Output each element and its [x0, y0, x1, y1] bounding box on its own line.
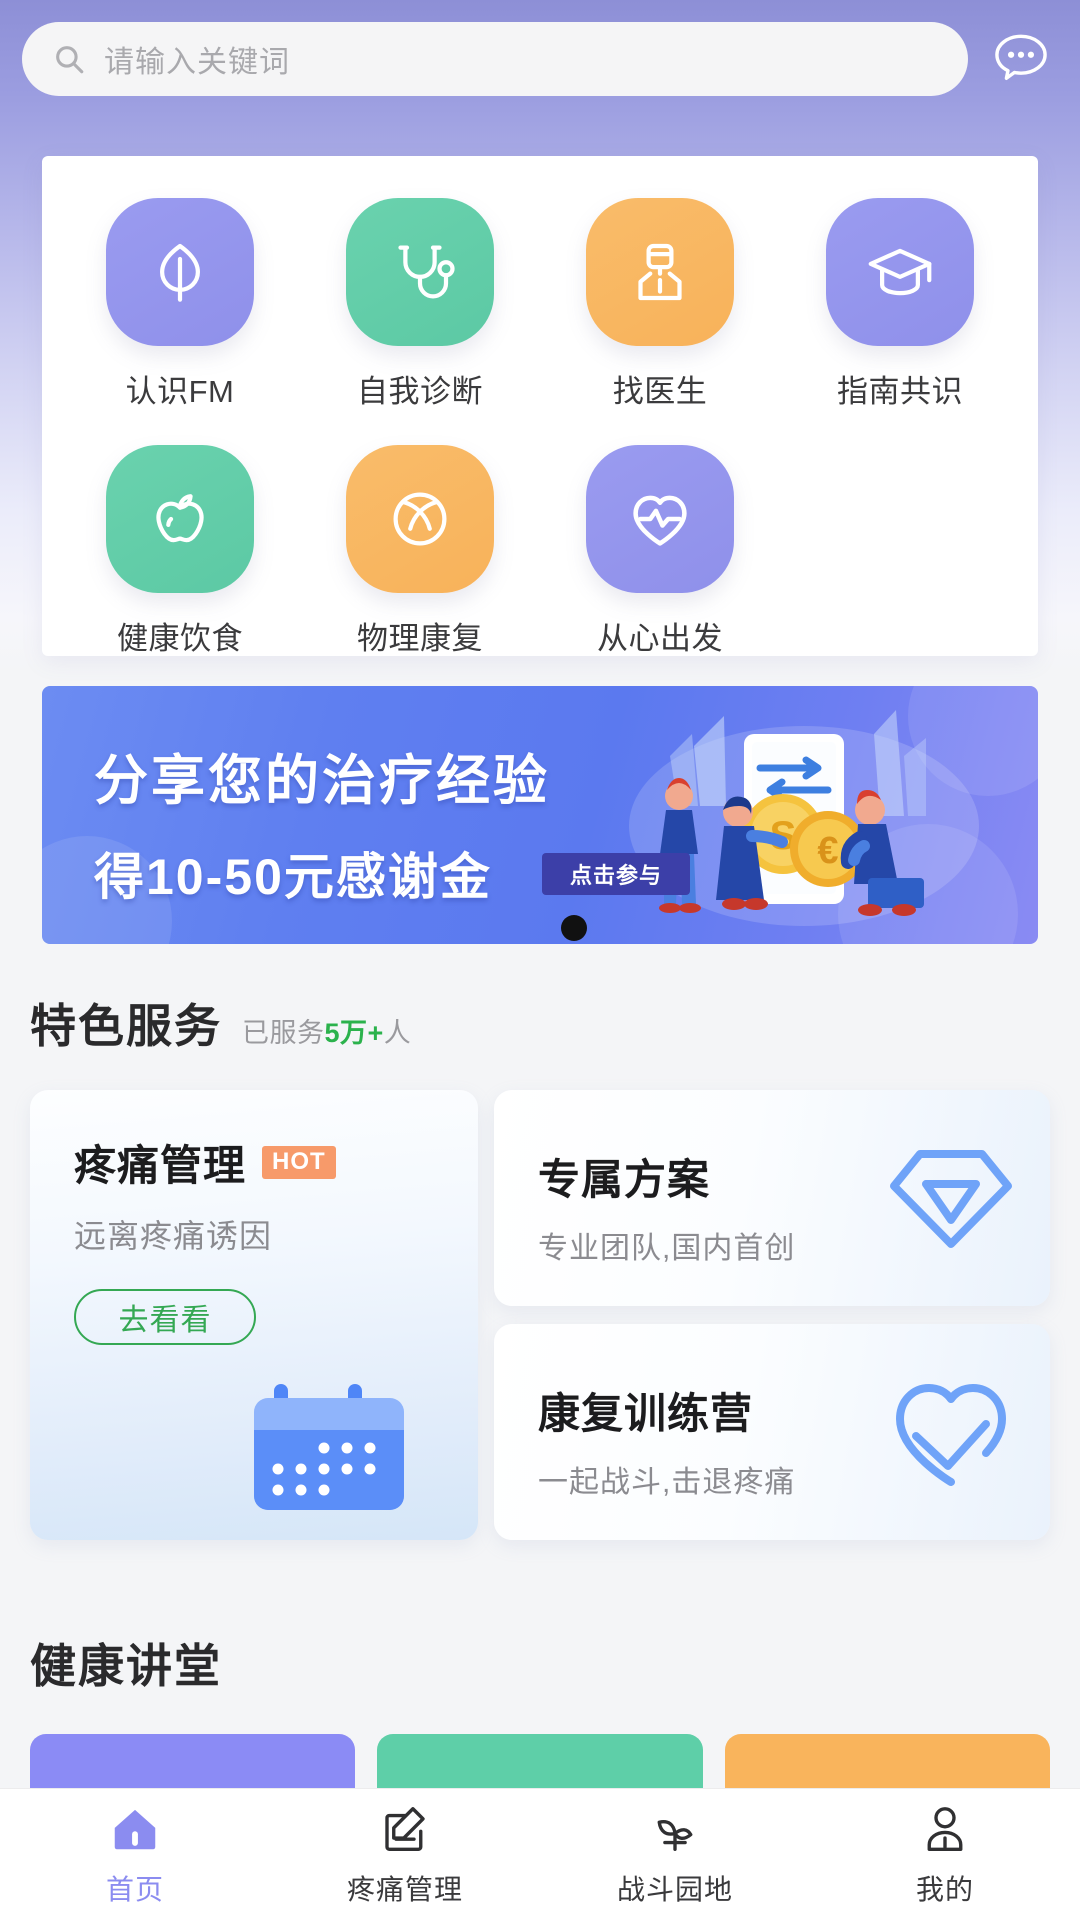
featured-section-subtitle: 已服务5万+人 [242, 1018, 412, 1048]
chat-bubble-dots-icon[interactable] [984, 22, 1058, 96]
feature-card-rehab-camp[interactable]: 康复训练营 一起战斗,击退疼痛 [494, 1324, 1050, 1540]
promo-banner[interactable]: S € 分享您的治疗经验 得10-50元感谢金 点击参与 [42, 686, 1038, 944]
quick-grid-row-2: 健康饮食 物理康复 从心出发 [60, 445, 1020, 658]
tab-label: 疼痛管理 [346, 1873, 463, 1905]
quick-item-label: 找医生 [612, 374, 708, 409]
banner-cta-button[interactable]: 点击参与 [542, 853, 690, 895]
tab-profile[interactable]: 我的 [810, 1802, 1080, 1908]
hot-badge: HOT [262, 1146, 336, 1179]
stethoscope-icon [346, 198, 494, 346]
quick-item-from-the-heart[interactable]: 从心出发 [540, 445, 780, 658]
quick-grid-row-1: 认识FM 自我诊断 找医生 指南共识 [60, 198, 1020, 411]
featured-section-title: 特色服务 [30, 1000, 222, 1052]
quick-item-label: 指南共识 [837, 374, 963, 409]
featured-section-header: 特色服务 已服务5万+人 [30, 990, 411, 1056]
leaf-icon [106, 198, 254, 346]
tab-battle-garden[interactable]: 战斗园地 [540, 1802, 810, 1908]
header-bar: 请输入关键词 [0, 0, 1080, 118]
quick-item-physical-rehab[interactable]: 物理康复 [300, 445, 540, 658]
heart-pulse-icon [586, 445, 734, 593]
tab-pain-management[interactable]: 疼痛管理 [270, 1802, 540, 1908]
heart-check-icon [886, 1374, 1016, 1492]
quick-access-grid: 认识FM 自我诊断 找医生 指南共识 健康饮食 物理康复 从心出发 [42, 156, 1038, 656]
tab-label: 我的 [915, 1873, 974, 1905]
bottom-tab-bar: 首页 疼痛管理 战斗园地 我的 [0, 1788, 1080, 1920]
graduation-cap-icon [826, 198, 974, 346]
app-screen: 请输入关键词 认识FM 自我诊断 找医生 指南共识 健康饮食 物理康复 从心出发… [0, 0, 1080, 1920]
quick-item-label: 物理康复 [357, 621, 483, 656]
quick-item-label: 从心出发 [597, 621, 723, 656]
quick-item-self-diagnosis[interactable]: 自我诊断 [300, 198, 540, 411]
person-icon [927, 1806, 963, 1851]
quick-item-guidelines[interactable]: 指南共识 [780, 198, 1020, 411]
feature-card-exclusive-plan[interactable]: 专属方案 专业团队,国内首创 [494, 1090, 1050, 1306]
quick-item-find-doctor[interactable]: 找医生 [540, 198, 780, 411]
lecture-section-header: 健康讲堂 [30, 1630, 222, 1696]
quick-item-label: 自我诊断 [357, 374, 483, 409]
search-icon [52, 42, 86, 76]
calendar-icon [248, 1368, 416, 1518]
search-input[interactable]: 请输入关键词 [22, 22, 968, 96]
sprout-icon [657, 1819, 693, 1851]
banner-illustration: S € [574, 686, 1014, 944]
banner-headline: 分享您的治疗经验 [94, 751, 550, 811]
tab-label: 战斗园地 [616, 1873, 733, 1905]
pain-card-subtitle: 远离疼痛诱因 [74, 1218, 273, 1254]
apple-icon [106, 445, 254, 593]
banner-pagination-dot[interactable] [561, 915, 587, 941]
quick-item-label: 健康饮食 [117, 621, 243, 656]
quick-item-renshi-fm[interactable]: 认识FM [60, 198, 300, 411]
pain-card-title: 疼痛管理 [74, 1142, 247, 1189]
quick-grid-empty-slot [780, 445, 1020, 658]
pain-card-title-row: 疼痛管理 HOT [74, 1132, 478, 1193]
banner-subheadline: 得10-50元感谢金 [94, 849, 492, 905]
search-placeholder: 请输入关键词 [104, 46, 290, 79]
quick-item-label: 认识FM [125, 374, 235, 409]
tab-label: 首页 [105, 1873, 164, 1905]
quick-item-healthy-diet[interactable]: 健康饮食 [60, 445, 300, 658]
diamond-icon [886, 1140, 1016, 1258]
tab-home[interactable]: 首页 [0, 1802, 270, 1908]
home-icon [114, 1809, 156, 1849]
ball-icon [346, 445, 494, 593]
banner-text: 分享您的治疗经验 得10-50元感谢金 [94, 736, 550, 909]
feature-card-pain-management[interactable]: 疼痛管理 HOT 远离疼痛诱因 去看看 [30, 1090, 478, 1540]
svg-text:€: € [817, 830, 838, 872]
go-look-button[interactable]: 去看看 [74, 1289, 256, 1345]
lecture-section-title: 健康讲堂 [30, 1640, 222, 1692]
edit-icon [385, 1806, 425, 1851]
doctor-icon [586, 198, 734, 346]
